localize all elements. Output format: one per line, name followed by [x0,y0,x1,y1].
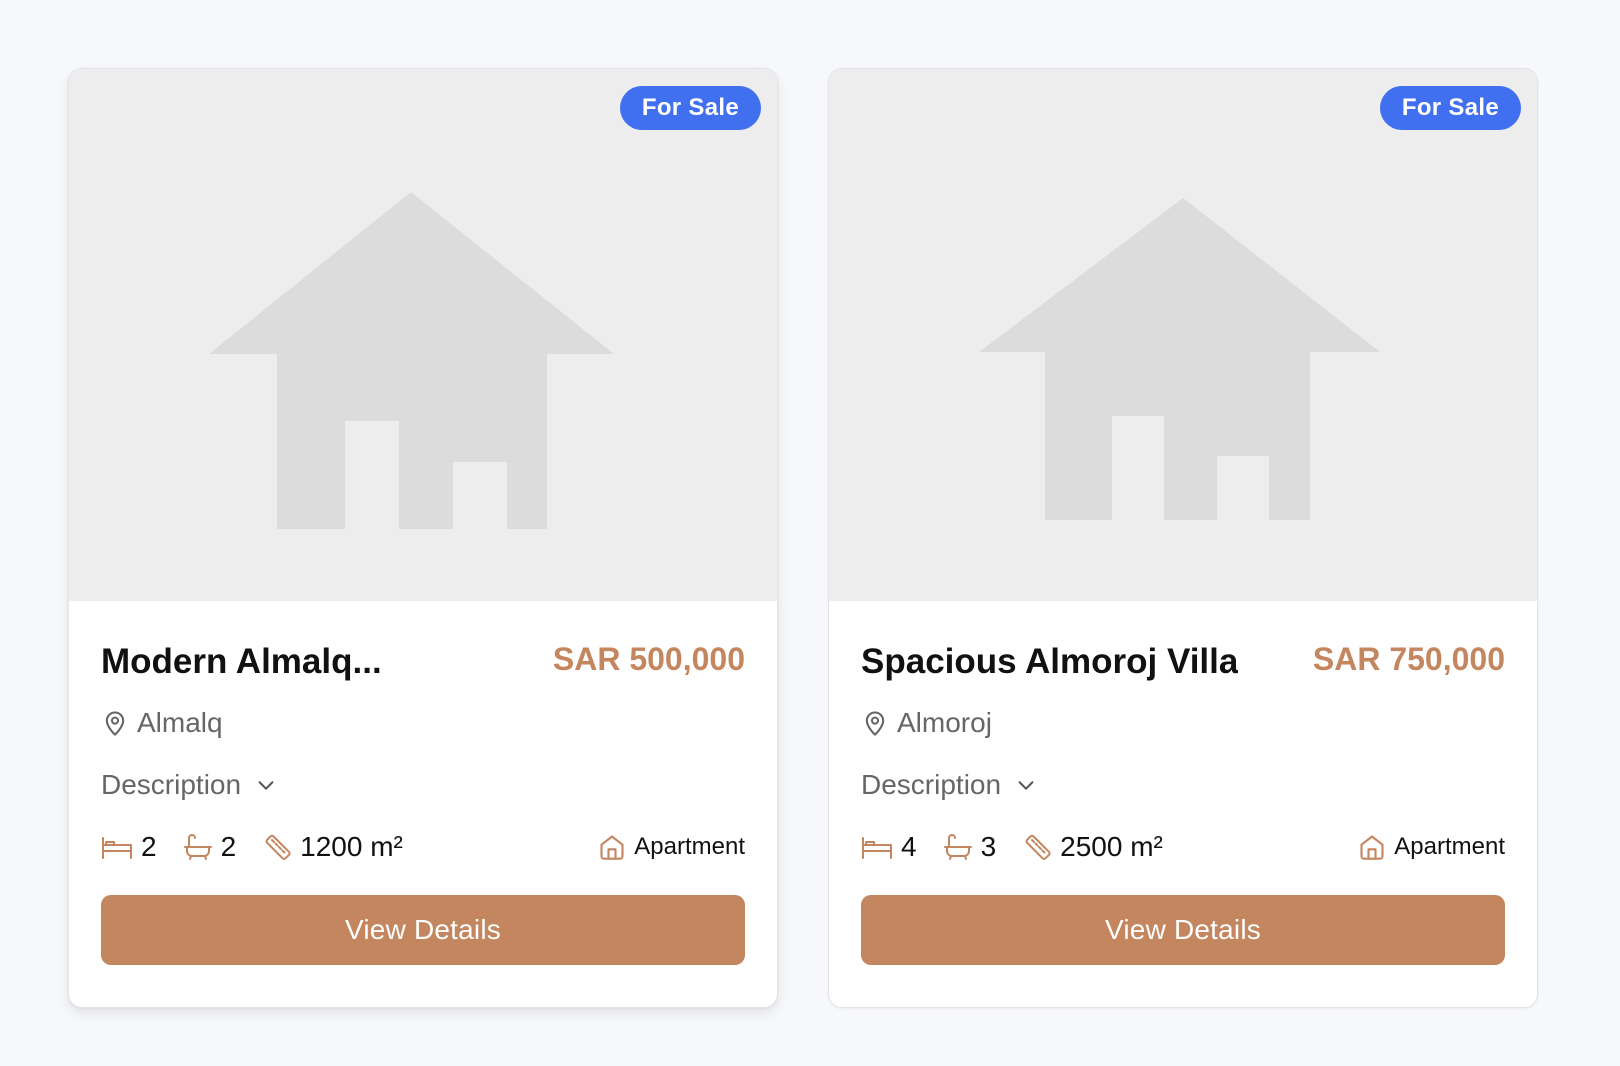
property-type: Apartment [598,833,745,861]
location-text: Almoroj [897,707,992,738]
listings-grid: For Sale Modern Almalq... SAR 500,000 Al… [68,68,1538,1008]
card-body: Modern Almalq... SAR 500,000 Almalq Desc… [69,639,777,965]
chevron-down-icon [1018,781,1034,790]
property-image-placeholder[interactable]: For Sale [829,69,1537,601]
bathtub-icon [183,834,212,860]
title-row: Modern Almalq... SAR 500,000 [101,639,745,687]
features-left: 2 2 1200 m² [101,831,403,863]
chevron-down-icon [258,781,274,790]
area-feature: 1200 m² [262,831,403,863]
bed-icon [862,837,892,859]
bed-icon [102,837,132,859]
card-body: Spacious Almoroj Villa SAR 750,000 Almor… [829,639,1537,965]
property-card[interactable]: For Sale Modern Almalq... SAR 500,000 Al… [68,68,778,1008]
property-image-placeholder[interactable]: For Sale [69,69,777,601]
property-card[interactable]: For Sale Spacious Almoroj Villa SAR 750,… [828,68,1538,1008]
property-title: Modern Almalq... [101,642,382,681]
area-value: 1200 m² [300,831,403,862]
features-row: 2 2 1200 m² Apartment [101,827,745,867]
property-type-label: Apartment [634,833,745,860]
bedrooms-feature: 2 [101,831,157,863]
house-placeholder-icon [209,192,614,529]
status-badge: For Sale [619,86,761,130]
house-placeholder-icon [979,198,1380,520]
description-toggle[interactable]: Description [101,765,745,805]
bathrooms-count: 2 [220,831,237,862]
bathtub-icon [943,834,972,860]
property-price: SAR 750,000 [1312,641,1505,677]
property-location: Almoroj [861,703,1505,743]
bedrooms-feature: 4 [861,831,917,863]
features-left: 4 3 2500 m² [861,831,1163,863]
title-row: Spacious Almoroj Villa SAR 750,000 [861,639,1505,687]
property-price: SAR 500,000 [552,641,745,677]
ruler-icon [265,834,291,860]
map-pin-icon [105,711,125,736]
bedrooms-count: 4 [901,831,917,862]
property-location: Almalq [101,703,745,743]
home-icon [600,835,624,860]
bathrooms-feature: 3 [943,831,997,863]
ruler-icon [1025,834,1051,860]
bedrooms-count: 2 [141,831,157,862]
view-details-button[interactable]: View Details [101,895,745,965]
status-badge: For Sale [1379,86,1521,130]
home-icon [1360,835,1384,860]
area-value: 2500 m² [1060,831,1163,862]
description-toggle[interactable]: Description [861,765,1505,805]
location-text: Almalq [137,707,223,738]
property-type: Apartment [1358,833,1505,861]
description-label: Description [101,769,242,800]
property-type-label: Apartment [1394,833,1505,860]
description-label: Description [861,769,1002,800]
bathrooms-feature: 2 [183,831,237,863]
map-pin-icon [865,711,885,736]
property-title: Spacious Almoroj Villa [861,642,1239,681]
features-row: 4 3 2500 m² Apartment [861,827,1505,867]
view-details-button[interactable]: View Details [861,895,1505,965]
bathrooms-count: 3 [980,831,997,862]
area-feature: 2500 m² [1022,831,1163,863]
